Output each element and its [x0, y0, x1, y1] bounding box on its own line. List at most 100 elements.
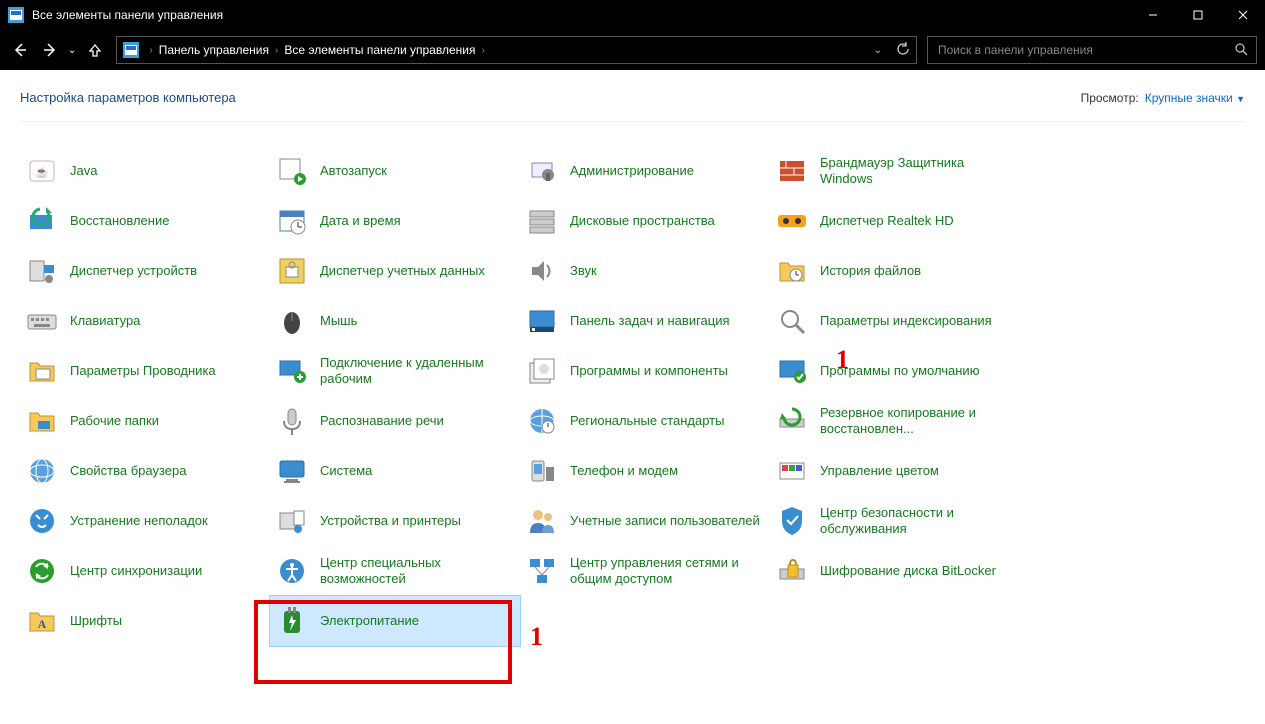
control-panel-item[interactable]: Устранение неполадок	[20, 496, 270, 546]
annotation-marker: 1	[530, 622, 543, 652]
control-panel-item[interactable]: Параметры индексирования	[770, 296, 1020, 346]
search-icon[interactable]	[1234, 42, 1248, 59]
control-panel-item[interactable]: Шифрование диска BitLocker	[770, 546, 1020, 596]
recent-locations-dropdown[interactable]: ⌄	[68, 45, 76, 56]
system-icon	[276, 455, 308, 487]
control-panel-item[interactable]: Центр безопасности и обслуживания	[770, 496, 1020, 546]
admin-icon	[526, 155, 558, 187]
refresh-button[interactable]	[896, 42, 910, 59]
control-panel-item-label: Центр специальных возможностей	[320, 555, 514, 588]
window-title: Все элементы панели управления	[32, 8, 223, 22]
inetopts-icon	[26, 455, 58, 487]
control-panel-item[interactable]: A Шрифты	[20, 596, 270, 646]
color-icon	[776, 455, 808, 487]
back-button[interactable]	[8, 38, 32, 62]
control-panel-item[interactable]: Центр синхронизации	[20, 546, 270, 596]
control-panel-item[interactable]: История файлов	[770, 246, 1020, 296]
control-panel-item[interactable]: Управление цветом	[770, 446, 1020, 496]
control-panel-item-label: Клавиатура	[70, 313, 140, 329]
control-panel-item[interactable]: Центр специальных возможностей	[270, 546, 520, 596]
control-panel-item[interactable]: Программы и компоненты	[520, 346, 770, 396]
fonts-icon: A	[26, 605, 58, 637]
forward-button[interactable]	[38, 38, 62, 62]
app-icon	[8, 7, 24, 23]
defaults-icon	[776, 355, 808, 387]
control-panel-item[interactable]: Рабочие папки	[20, 396, 270, 446]
control-panel-item[interactable]: Диспетчер Realtek HD	[770, 196, 1020, 246]
control-panel-item[interactable]: Программы по умолчанию	[770, 346, 1020, 396]
chevron-right-icon: ›	[481, 45, 484, 56]
devicemgr-icon	[26, 255, 58, 287]
control-panel-item[interactable]: Система	[270, 446, 520, 496]
control-panel-item[interactable]: Брандмауэр Защитника Windows	[770, 146, 1020, 196]
control-panel-item-label: Подключение к удаленным рабочим	[320, 355, 514, 388]
control-panel-item[interactable]: Панель задач и навигация	[520, 296, 770, 346]
security-icon	[776, 505, 808, 537]
control-panel-item[interactable]: Администрирование	[520, 146, 770, 196]
view-by-label: Просмотр:	[1081, 91, 1139, 105]
control-panel-item[interactable]: Центр управления сетями и общим доступом	[520, 546, 770, 596]
control-panel-item[interactable]: Мышь	[270, 296, 520, 346]
control-panel-item[interactable]: Дисковые пространства	[520, 196, 770, 246]
minimize-button[interactable]	[1130, 0, 1175, 30]
control-panel-item-label: Диспетчер Realtek HD	[820, 213, 954, 229]
control-panel-item[interactable]: Учетные записи пользователей	[520, 496, 770, 546]
control-panel-item[interactable]: Восстановление	[20, 196, 270, 246]
breadcrumb-segment[interactable]: Панель управления	[159, 43, 269, 57]
control-panel-item[interactable]: Подключение к удаленным рабочим	[270, 346, 520, 396]
close-button[interactable]	[1220, 0, 1265, 30]
control-panel-item[interactable]: Резервное копирование и восстановлен...	[770, 396, 1020, 446]
control-panel-item[interactable]: Параметры Проводника	[20, 346, 270, 396]
programs-icon	[526, 355, 558, 387]
annotation-marker: 1	[836, 345, 849, 375]
control-panel-item-label: Распознавание речи	[320, 413, 444, 429]
control-panel-item[interactable]: Электропитание	[270, 596, 520, 646]
address-bar[interactable]: › Панель управления › Все элементы панел…	[116, 36, 917, 64]
control-panel-item[interactable]: Звук	[520, 246, 770, 296]
control-panel-item-label: Диспетчер учетных данных	[320, 263, 485, 279]
content-header: Настройка параметров компьютера Просмотр…	[20, 82, 1245, 122]
speech-icon	[276, 405, 308, 437]
address-dropdown-icon[interactable]: ⌄	[874, 45, 882, 56]
control-panel-item-label: Мышь	[320, 313, 357, 329]
control-panel-item-label: Параметры индексирования	[820, 313, 992, 329]
explorer-icon	[26, 355, 58, 387]
backup-icon	[776, 405, 808, 437]
control-panel-item[interactable]: ☕Java	[20, 146, 270, 196]
region-icon	[526, 405, 558, 437]
keyboard-icon	[26, 305, 58, 337]
control-panel-item-label: Шрифты	[70, 613, 122, 629]
remote-icon	[276, 355, 308, 387]
control-panel-item[interactable]: Дата и время	[270, 196, 520, 246]
control-panel-item-label: Региональные стандарты	[570, 413, 724, 429]
up-button[interactable]	[84, 39, 106, 61]
realtek-icon	[776, 205, 808, 237]
control-panel-item[interactable]: Автозапуск	[270, 146, 520, 196]
maximize-button[interactable]	[1175, 0, 1220, 30]
control-panel-item[interactable]: Клавиатура	[20, 296, 270, 346]
control-panel-item-label: Восстановление	[70, 213, 169, 229]
control-panel-item[interactable]: Свойства браузера	[20, 446, 270, 496]
view-by-dropdown[interactable]: Крупные значки ▼	[1145, 91, 1245, 105]
credmgr-icon	[276, 255, 308, 287]
control-panel-item[interactable]: Диспетчер учетных данных	[270, 246, 520, 296]
recovery-icon	[26, 205, 58, 237]
control-panel-item-label: Телефон и модем	[570, 463, 678, 479]
search-input[interactable]	[936, 42, 1234, 58]
disks-icon	[526, 205, 558, 237]
search-bar[interactable]	[927, 36, 1257, 64]
control-panel-item[interactable]: Распознавание речи	[270, 396, 520, 446]
firewall-icon	[776, 155, 808, 187]
control-panel-item-label: Система	[320, 463, 372, 479]
control-panel-item[interactable]: Диспетчер устройств	[20, 246, 270, 296]
control-panel-item-label: Устранение неполадок	[70, 513, 208, 529]
chevron-down-icon: ▼	[1236, 94, 1245, 104]
sound-icon	[526, 255, 558, 287]
control-panel-item[interactable]: Региональные стандарты	[520, 396, 770, 446]
breadcrumb-segment[interactable]: Все элементы панели управления	[284, 43, 475, 57]
control-panel-item[interactable]: Телефон и модем	[520, 446, 770, 496]
control-panel-item-label: Центр управления сетями и общим доступом	[570, 555, 764, 588]
control-panel-item-label: Дисковые пространства	[570, 213, 715, 229]
control-panel-item-label: Центр синхронизации	[70, 563, 202, 579]
control-panel-item[interactable]: Устройства и принтеры	[270, 496, 520, 546]
